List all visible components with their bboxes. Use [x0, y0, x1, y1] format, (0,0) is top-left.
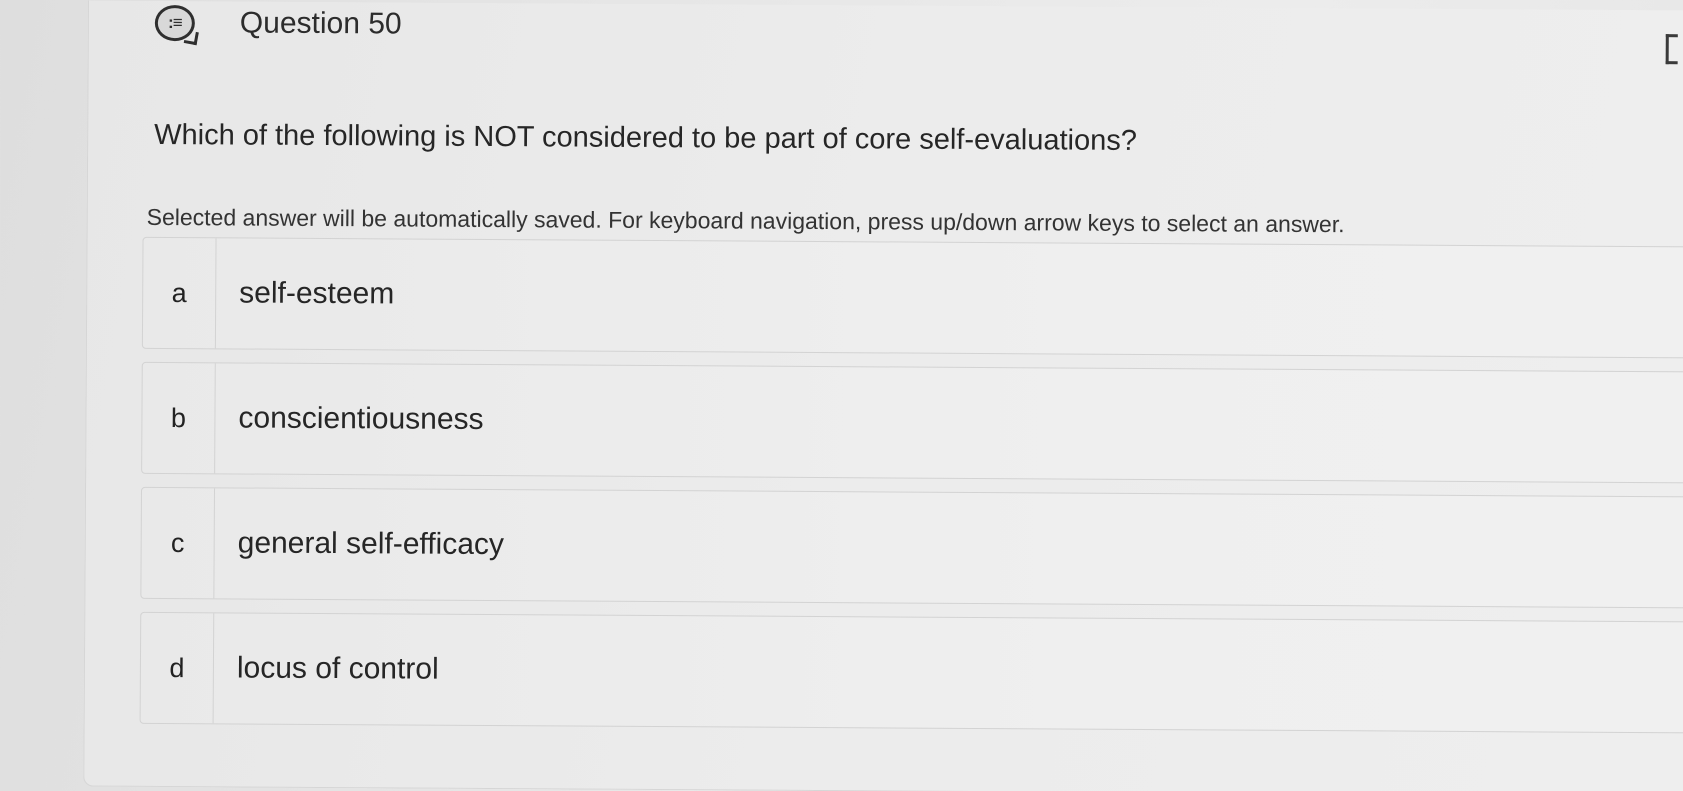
flag-icon[interactable] [1665, 34, 1678, 65]
option-letter: b [142, 362, 216, 474]
option-letter: a [142, 237, 217, 349]
option-letter: d [140, 612, 215, 724]
option-label: locus of control [236, 651, 439, 686]
answer-option-d[interactable]: d locus of control [139, 611, 1683, 734]
option-letter: c [141, 487, 216, 599]
answer-option-a[interactable]: a self-esteem [141, 236, 1683, 359]
option-label: general self-efficacy [237, 526, 505, 562]
question-text: Which of the following is NOT considered… [154, 118, 1138, 157]
option-label: self-esteem [239, 276, 395, 311]
list-glyph: :≡ [168, 13, 182, 33]
quiz-page: :≡ Question 50 Which of the following is… [0, 0, 1683, 791]
option-label: conscientiousness [238, 401, 484, 436]
answer-option-c[interactable]: c general self-efficacy [140, 486, 1683, 609]
question-title: Question 50 [239, 6, 402, 41]
answer-option-b[interactable]: b conscientiousness [141, 361, 1683, 484]
list-chat-icon: :≡ [154, 4, 195, 42]
